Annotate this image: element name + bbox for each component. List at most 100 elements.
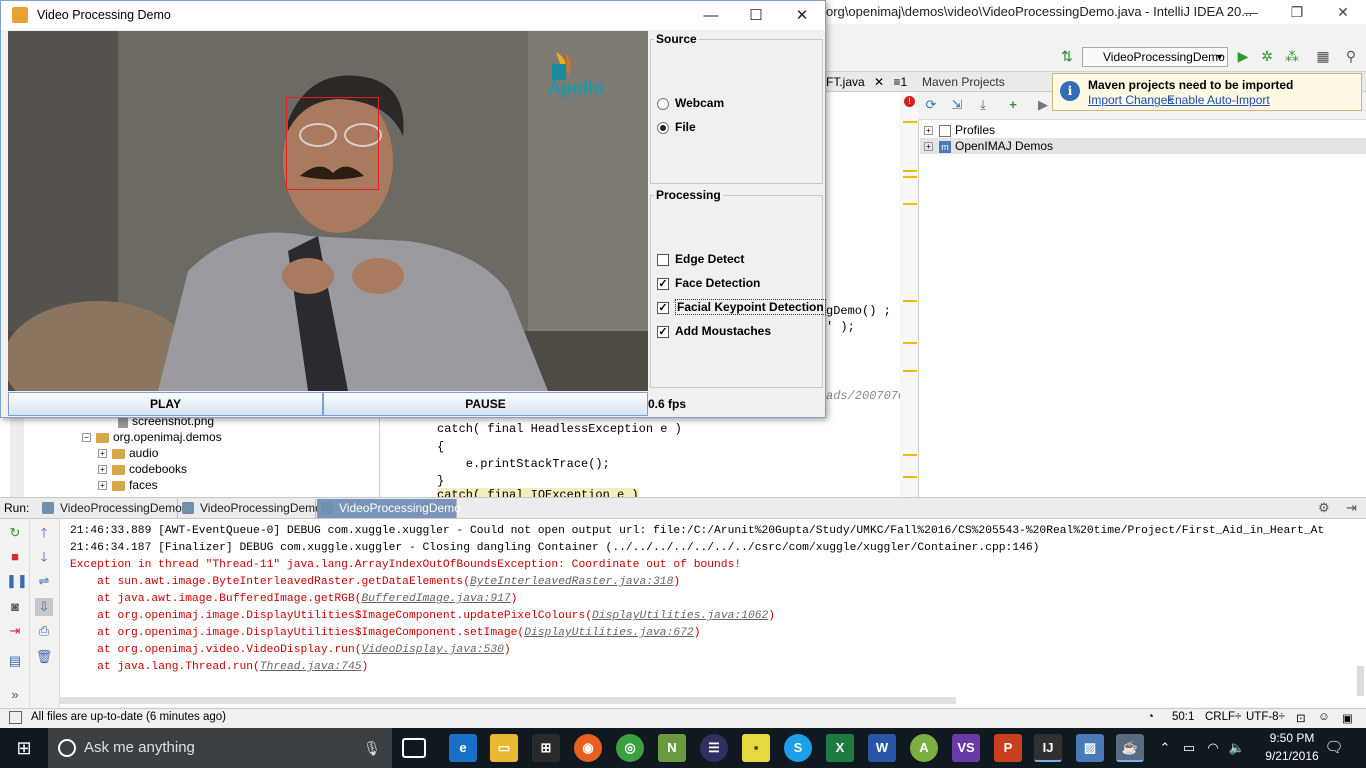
- print-icon[interactable]: ⎙: [35, 622, 53, 640]
- stack-trace-link[interactable]: Thread.java:745: [260, 661, 362, 673]
- warning-mark[interactable]: [903, 121, 917, 123]
- dump-threads-icon[interactable]: ◙: [6, 598, 24, 616]
- warning-mark[interactable]: [903, 300, 917, 302]
- edge-detect-checkbox[interactable]: Edge Detect: [657, 250, 744, 268]
- warning-mark[interactable]: [903, 370, 917, 372]
- stack-trace-link[interactable]: DisplayUtilities.java:1062: [592, 610, 768, 622]
- warning-mark[interactable]: [903, 170, 917, 172]
- visual-studio-icon[interactable]: VS: [952, 734, 980, 762]
- tool-windows-icon[interactable]: [9, 711, 22, 724]
- wifi-icon[interactable]: ◠: [1202, 728, 1224, 768]
- run-icon[interactable]: ▶: [1234, 47, 1252, 65]
- clear-icon[interactable]: 🗑: [35, 648, 53, 666]
- volume-icon[interactable]: 🔈: [1226, 728, 1248, 768]
- android-studio-icon[interactable]: A: [910, 734, 938, 762]
- ide-minimize-button[interactable]: —: [1228, 0, 1274, 24]
- skype-icon[interactable]: S: [784, 734, 812, 762]
- soft-wrap-icon[interactable]: ⇌: [35, 572, 53, 590]
- file-radio[interactable]: File: [657, 118, 696, 136]
- store-icon[interactable]: ⊞: [532, 734, 560, 762]
- expand-icon[interactable]: +: [924, 126, 933, 136]
- run-maven-icon[interactable]: ▶: [1034, 96, 1052, 114]
- close-tab-icon[interactable]: ✕: [874, 75, 884, 89]
- console-horizontal-scrollbar[interactable]: [60, 697, 956, 704]
- enable-auto-import-link[interactable]: Enable Auto-Import: [1167, 93, 1270, 107]
- expand-icon[interactable]: +: [98, 465, 107, 475]
- editor-tab[interactable]: FT.java ✕ ≡1: [826, 72, 918, 92]
- warning-mark[interactable]: [903, 342, 917, 344]
- search-everywhere-icon[interactable]: ⚲: [1342, 47, 1360, 65]
- cortana-search-box[interactable]: Ask me anything: [48, 728, 392, 768]
- maven-tree-item[interactable]: + Profiles: [920, 122, 1366, 138]
- project-tree-item[interactable]: + codebooks: [98, 461, 187, 477]
- checkbox-checked[interactable]: ✓: [657, 325, 669, 338]
- clock-date[interactable]: 9/21/2016: [1252, 749, 1332, 763]
- run-configuration-select[interactable]: VideoProcessingDemo ▼: [1082, 47, 1228, 67]
- add-icon[interactable]: +: [1004, 96, 1022, 114]
- caret-position[interactable]: 50:1: [1172, 711, 1194, 723]
- download-icon[interactable]: ⤓: [974, 96, 992, 114]
- intellij-icon[interactable]: IJ: [1034, 734, 1062, 762]
- build-icon[interactable]: ⇅: [1058, 47, 1076, 65]
- pause-icon[interactable]: ❚❚: [6, 572, 28, 590]
- face-detection-checkbox[interactable]: ✓ Face Detection: [657, 274, 760, 292]
- vpd-maximize-button[interactable]: ☐: [733, 1, 779, 30]
- ide-close-button[interactable]: ✕: [1320, 0, 1366, 24]
- warning-mark[interactable]: [903, 476, 917, 478]
- coverage-icon[interactable]: ⁂: [1283, 47, 1301, 65]
- firefox-icon[interactable]: ◉: [574, 734, 602, 762]
- add-moustaches-checkbox[interactable]: ✓ Add Moustaches: [657, 322, 771, 340]
- lock-icon[interactable]: ⊡: [1296, 711, 1306, 725]
- more-icon[interactable]: »: [6, 686, 24, 704]
- excel-icon[interactable]: X: [826, 734, 854, 762]
- task-view-icon[interactable]: [402, 738, 426, 758]
- run-tab[interactable]: VideoProcessingDemo: [38, 499, 182, 518]
- collapse-icon[interactable]: −: [82, 433, 91, 443]
- reimport-icon[interactable]: ⟳: [922, 96, 940, 114]
- stack-trace-link[interactable]: BufferedImage.java:917: [362, 593, 511, 605]
- stop-icon[interactable]: ■: [6, 548, 24, 566]
- line-separator[interactable]: CRLF÷: [1205, 711, 1241, 723]
- project-tree-item[interactable]: + audio: [98, 445, 158, 461]
- vpd-close-button[interactable]: ✕: [779, 1, 825, 30]
- word-icon[interactable]: W: [868, 734, 896, 762]
- rerun-icon[interactable]: ↻: [6, 524, 24, 542]
- down-arrow-icon[interactable]: 🡓: [35, 548, 53, 566]
- warning-mark[interactable]: [903, 176, 917, 178]
- show-hidden-icons-icon[interactable]: ⌃: [1154, 728, 1176, 768]
- microphone-icon[interactable]: 🎙: [362, 728, 382, 768]
- maven-tree-item[interactable]: + m OpenIMAJ Demos: [920, 138, 1366, 154]
- project-tree-item[interactable]: − org.openimaj.demos: [82, 429, 222, 445]
- checkbox[interactable]: [657, 253, 669, 266]
- memory-indicator-icon[interactable]: ◔: [1147, 711, 1154, 723]
- notepad-plus-icon[interactable]: N: [658, 734, 686, 762]
- file-explorer-icon[interactable]: ▭: [490, 734, 518, 762]
- warning-mark[interactable]: [903, 454, 917, 456]
- import-changes-link[interactable]: Import Changes: [1088, 93, 1173, 107]
- scroll-to-end-icon[interactable]: ⇩: [35, 598, 53, 616]
- radio-button-selected[interactable]: [657, 121, 669, 134]
- debug-icon[interactable]: ✲: [1258, 47, 1276, 65]
- powerpoint-icon[interactable]: P: [994, 734, 1022, 762]
- error-icon[interactable]: !: [904, 96, 915, 107]
- tab-list-icon[interactable]: ≡1: [893, 75, 907, 89]
- hide-panel-icon[interactable]: ⇥: [1346, 500, 1357, 516]
- error-stripe[interactable]: [900, 92, 918, 497]
- checkbox-checked[interactable]: ✓: [657, 277, 669, 290]
- run-tab-active[interactable]: VideoProcessingDemo: [317, 499, 461, 518]
- layout-icon[interactable]: ▤: [6, 652, 24, 670]
- webcam-radio[interactable]: Webcam: [657, 94, 724, 112]
- checkbox-checked[interactable]: ✓: [657, 301, 669, 314]
- file-encoding[interactable]: UTF-8÷: [1246, 711, 1285, 723]
- action-center-icon[interactable]: 🗨: [1322, 728, 1346, 768]
- stack-trace-link[interactable]: DisplayUtilities.java:672: [524, 627, 693, 639]
- photos-icon[interactable]: ▨: [1076, 734, 1104, 762]
- sticky-notes-icon[interactable]: ▪: [742, 734, 770, 762]
- generate-sources-icon[interactable]: ⇲: [948, 96, 966, 114]
- up-arrow-icon[interactable]: 🡑: [35, 524, 53, 542]
- radio-button[interactable]: [657, 97, 669, 110]
- event-log-icon[interactable]: ▣: [1342, 711, 1353, 725]
- chrome-icon[interactable]: ◎: [616, 734, 644, 762]
- expand-icon[interactable]: +: [98, 449, 107, 459]
- warning-mark[interactable]: [903, 203, 917, 205]
